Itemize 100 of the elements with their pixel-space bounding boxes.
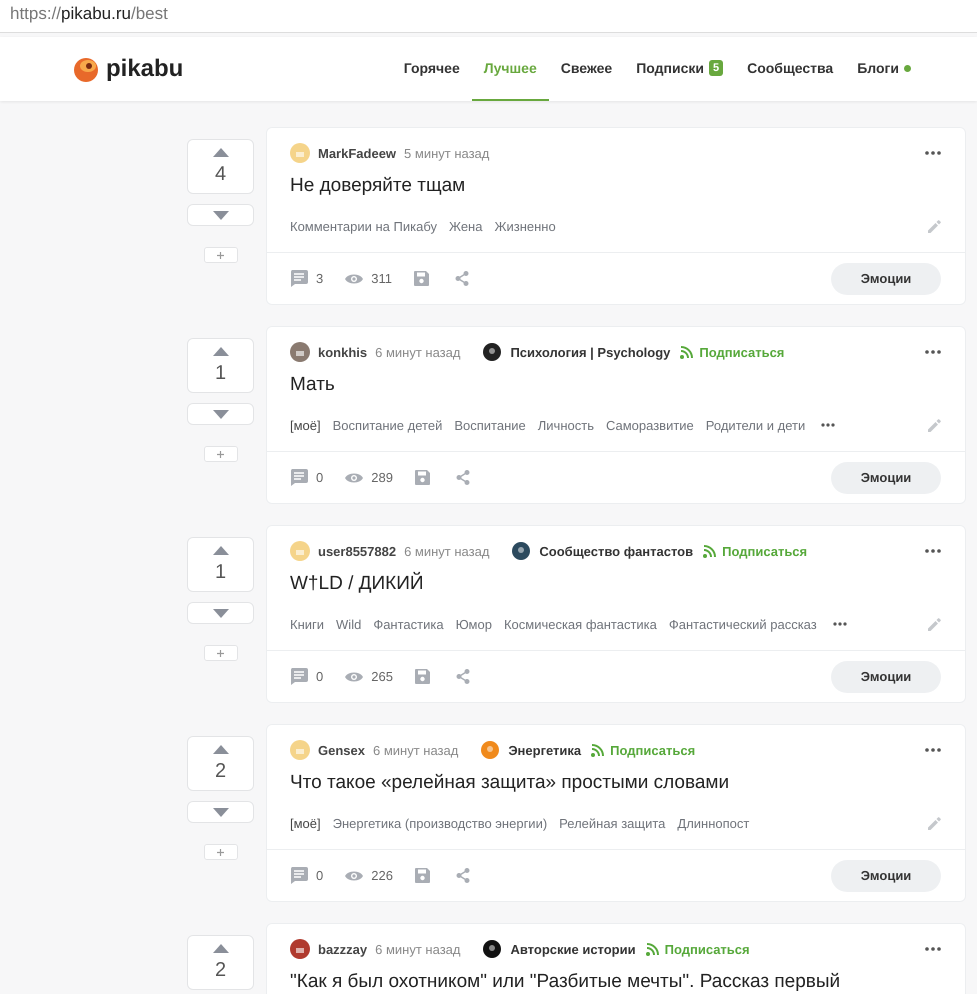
post-title[interactable]: Мать <box>267 362 965 400</box>
tag-link[interactable]: Релейная защита <box>559 816 666 830</box>
view-count: 226 <box>371 868 393 883</box>
more-icon[interactable] <box>925 350 941 354</box>
emotions-button[interactable]: Эмоции <box>831 262 941 294</box>
up-arrow-icon <box>212 148 228 157</box>
pencil-icon[interactable] <box>928 418 941 432</box>
nav-tab[interactable]: Горячее <box>392 37 472 101</box>
upvote-button[interactable]: 2 <box>187 736 254 791</box>
tag-link[interactable]: Фантастический рассказ <box>668 616 817 632</box>
downvote-button[interactable] <box>187 204 254 226</box>
tag-link[interactable]: Личность <box>538 418 594 432</box>
tag-link[interactable]: Длиннопост <box>677 816 750 830</box>
emotions-button[interactable]: Эмоции <box>831 462 941 494</box>
author-link[interactable]: konkhis <box>318 344 368 360</box>
logo-icon <box>72 55 100 83</box>
more-tags-icon[interactable] <box>821 423 836 427</box>
pencil-icon[interactable] <box>928 816 941 830</box>
comment-icon[interactable] <box>290 668 308 685</box>
avatar-icon[interactable] <box>290 342 310 362</box>
downvote-button[interactable] <box>187 602 254 624</box>
down-arrow-icon <box>212 608 228 618</box>
up-arrow-icon <box>212 745 228 754</box>
tag-link[interactable]: Жизненно <box>494 218 556 234</box>
rating-count: 2 <box>214 959 226 982</box>
pencil-icon[interactable] <box>928 618 941 630</box>
logo-text[interactable]: pikabu <box>106 55 184 83</box>
tag-link[interactable]: [моё] <box>290 816 321 830</box>
community-link[interactable]: Авторские истории <box>510 942 636 956</box>
plus-icon <box>217 650 224 656</box>
upvote-button[interactable]: 4 <box>187 139 254 194</box>
nav-tab[interactable]: Подписки 5 <box>624 37 736 101</box>
pencil-icon[interactable] <box>928 220 941 232</box>
share-icon[interactable] <box>456 669 470 684</box>
post-title[interactable]: Не доверяйте тщам <box>267 163 965 201</box>
save-icon[interactable] <box>414 271 429 286</box>
tag-link[interactable]: Книги <box>290 616 324 632</box>
nav-tab[interactable]: Блоги <box>845 37 923 101</box>
save-icon[interactable] <box>414 868 430 883</box>
more-icon[interactable] <box>925 549 941 553</box>
upvote-button[interactable]: 2 <box>187 935 254 990</box>
comment-icon[interactable] <box>290 867 308 884</box>
post-title[interactable]: Что такое «релейная защита» простыми словами <box>267 760 965 798</box>
community-link[interactable]: Сообщество фантастов <box>539 544 694 558</box>
rss-icon <box>591 744 606 756</box>
tag-link[interactable]: [моё] <box>290 418 321 432</box>
more-icon[interactable] <box>925 748 941 752</box>
author-link[interactable]: MarkFadeew <box>318 146 396 160</box>
emotions-button[interactable]: Эмоции <box>831 660 941 692</box>
post-title[interactable]: "Как я был охотником" или "Разбитые мечты". Рассказ первый <box>267 959 965 994</box>
address-bar[interactable]: https://pikabu.ru/best <box>0 0 977 33</box>
tag-link[interactable]: Энергетика (производство энергии) <box>332 816 548 830</box>
save-plus-button[interactable] <box>204 446 238 462</box>
share-icon[interactable] <box>454 271 469 286</box>
more-tags-icon[interactable] <box>832 622 847 626</box>
community-link[interactable]: Энергетика <box>508 742 582 758</box>
tag-link[interactable]: Фантастика <box>373 616 444 632</box>
community-link[interactable]: Психология | Psychology <box>510 344 670 360</box>
share-icon[interactable] <box>456 470 470 485</box>
save-plus-button[interactable] <box>204 645 238 661</box>
share-icon[interactable] <box>456 868 470 883</box>
tag-link[interactable]: Комментарии на Пикабу <box>290 218 437 234</box>
post-time: 6 минут назад <box>375 942 460 956</box>
save-plus-button[interactable] <box>204 844 238 860</box>
tag-link[interactable]: Космическая фантастика <box>504 616 657 632</box>
nav-tab[interactable]: Свежее <box>548 37 624 101</box>
community-icon[interactable] <box>482 342 502 362</box>
upvote-button[interactable]: 1 <box>187 537 254 592</box>
emotions-button[interactable]: Эмоции <box>831 860 941 892</box>
downvote-button[interactable] <box>187 403 254 425</box>
post-title[interactable]: W†LD / ДИКИЙ <box>267 561 965 599</box>
tag-link[interactable]: Воспитание детей <box>332 418 442 432</box>
tag-link[interactable]: Воспитание <box>454 418 526 432</box>
comment-icon[interactable] <box>290 270 308 287</box>
save-plus-button[interactable] <box>204 247 238 263</box>
author-link[interactable]: bazzzay <box>318 942 368 956</box>
author-link[interactable]: user8557882 <box>318 544 396 558</box>
view-count: 311 <box>371 271 392 286</box>
nav-tab[interactable]: Сообщества <box>735 37 846 101</box>
community-icon[interactable] <box>482 939 502 959</box>
down-arrow-icon <box>212 210 228 220</box>
community-icon[interactable] <box>511 541 532 561</box>
more-icon[interactable] <box>925 947 941 951</box>
tag-link[interactable]: Саморазвитие <box>606 418 694 432</box>
downvote-button[interactable] <box>187 801 254 823</box>
eye-icon <box>345 272 364 284</box>
tag-link[interactable]: Жена <box>448 218 482 234</box>
post-time: 5 минут назад <box>404 146 490 160</box>
tag-link[interactable]: Юмор <box>456 616 492 632</box>
avatar-icon[interactable] <box>290 939 310 959</box>
save-icon[interactable] <box>414 470 430 485</box>
tag-link[interactable]: Родители и дети <box>706 418 806 432</box>
author-link[interactable]: Gensex <box>318 742 365 758</box>
save-icon[interactable] <box>414 669 430 684</box>
up-arrow-icon <box>212 546 228 555</box>
more-icon[interactable] <box>925 151 941 155</box>
tag-link[interactable]: Wild <box>336 616 362 632</box>
plus-icon <box>217 848 224 856</box>
upvote-button[interactable]: 1 <box>187 338 254 393</box>
comment-icon[interactable] <box>290 469 308 486</box>
